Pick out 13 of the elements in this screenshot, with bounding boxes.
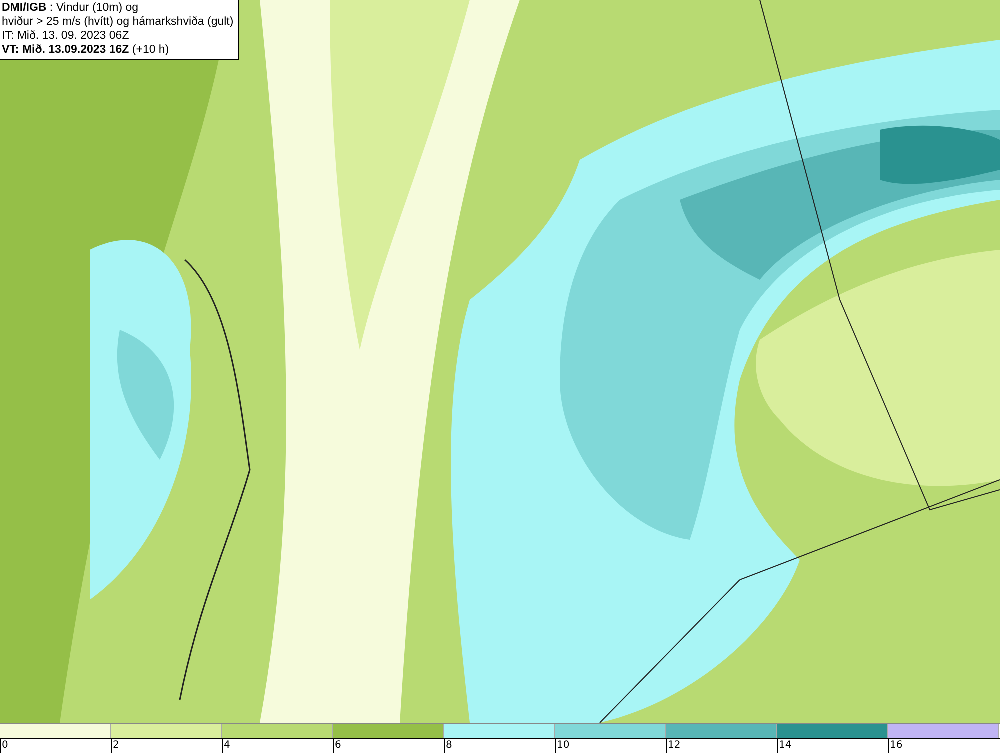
info-text: hviður > 25 m/s (hvítt) og hámarkshviða (gult): [2, 15, 234, 29]
scale-label: 8: [444, 739, 555, 753]
scale-label: 4: [222, 739, 333, 753]
scale-label: 12: [666, 739, 777, 753]
scale-label: 14: [777, 739, 888, 753]
info-text: IT: Mið. 13. 09. 2023 06Z: [2, 29, 130, 43]
info-text: DMI/IGB : Vindur (10m) og: [2, 1, 140, 15]
scale-label: 16: [888, 739, 999, 753]
info-text: VT: Mið. 13.09.2023 16Z (+10 h): [2, 43, 170, 57]
scale-label: 10: [555, 739, 666, 753]
scale-label: 2: [111, 739, 222, 753]
scale-label: 0: [0, 739, 111, 753]
scale-label: 6: [333, 739, 444, 753]
